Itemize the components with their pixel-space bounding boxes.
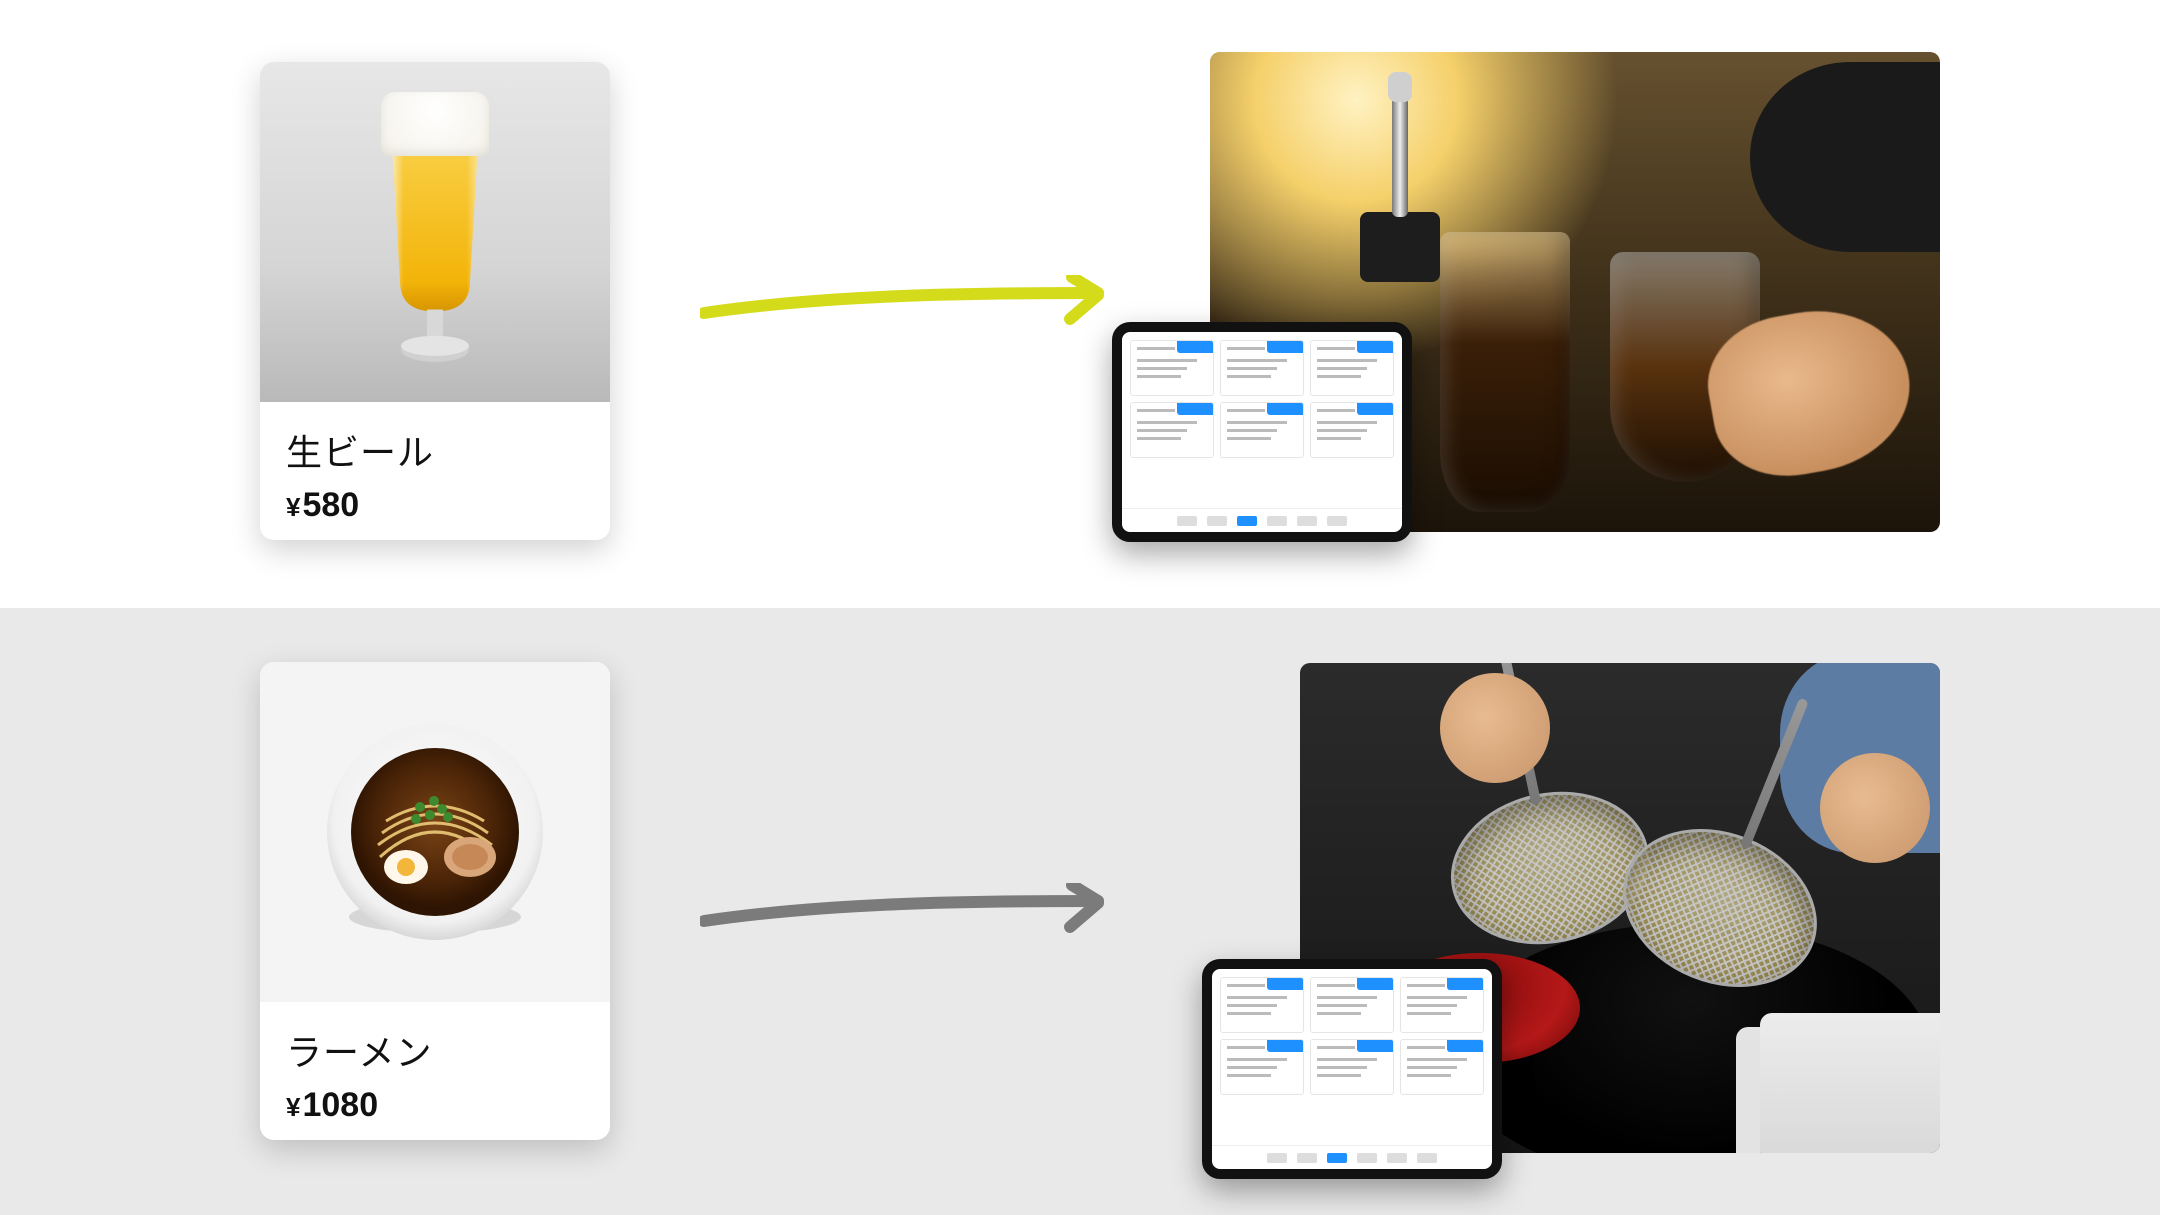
order-ticket xyxy=(1400,977,1484,1033)
currency-symbol: ¥ xyxy=(286,1092,300,1122)
order-ticket xyxy=(1220,977,1304,1033)
ramen-bowl-icon xyxy=(320,717,550,947)
product-card-beer[interactable]: 生ビール ¥580 xyxy=(260,62,610,540)
order-ticket xyxy=(1220,340,1304,396)
product-name: 生ビール xyxy=(286,424,584,476)
order-ticket xyxy=(1220,402,1304,458)
product-price: ¥580 xyxy=(286,486,584,525)
arrow-right-icon xyxy=(700,883,1140,933)
product-card-body: 生ビール ¥580 xyxy=(260,402,610,540)
destination-scene-bar xyxy=(1210,52,1940,532)
order-ticket xyxy=(1310,340,1394,396)
beer-glass-icon xyxy=(375,92,495,372)
price-value: 1080 xyxy=(302,1086,378,1124)
order-ticket-grid xyxy=(1122,332,1402,508)
flow-row-beer: 生ビール ¥580 xyxy=(0,0,2160,608)
order-ticket xyxy=(1310,977,1394,1033)
product-image-beer xyxy=(260,62,610,402)
order-ticket xyxy=(1130,340,1214,396)
product-image-ramen xyxy=(260,662,610,1002)
product-price: ¥1080 xyxy=(286,1086,584,1125)
order-ticket-grid xyxy=(1212,969,1492,1145)
order-ticket xyxy=(1310,1039,1394,1095)
order-ticket xyxy=(1130,402,1214,458)
order-ticket xyxy=(1400,1039,1484,1095)
tablet-device-icon xyxy=(1202,959,1502,1179)
destination-scene-kitchen xyxy=(1300,663,1940,1153)
tablet-bottom-bar xyxy=(1212,1145,1492,1169)
product-card-ramen[interactable]: ラーメン ¥1080 xyxy=(260,662,610,1140)
tablet-device-icon xyxy=(1112,322,1412,542)
flow-row-ramen: ラーメン ¥1080 xyxy=(0,608,2160,1215)
price-value: 580 xyxy=(302,486,359,524)
product-name: ラーメン xyxy=(286,1024,584,1076)
arrow-right-icon xyxy=(700,275,1140,325)
product-card-body: ラーメン ¥1080 xyxy=(260,1002,610,1140)
tablet-bottom-bar xyxy=(1122,508,1402,532)
currency-symbol: ¥ xyxy=(286,492,300,522)
order-ticket xyxy=(1310,402,1394,458)
order-ticket xyxy=(1220,1039,1304,1095)
